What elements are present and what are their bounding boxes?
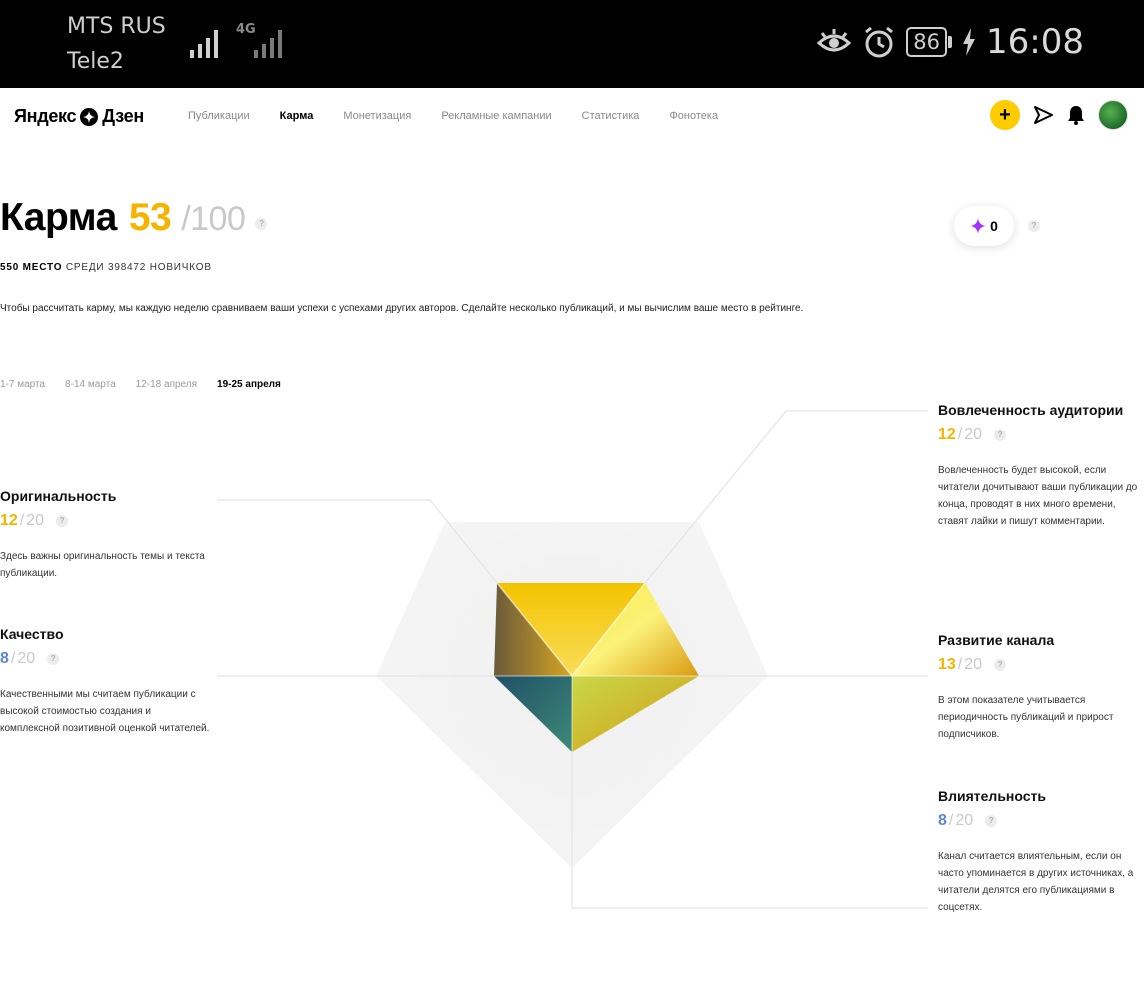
help-icon[interactable]: ? (994, 659, 1007, 671)
metric-description: Здесь важны оригинальность темы и текста… (0, 551, 205, 579)
rank-place: 550 МЕСТО (0, 262, 63, 273)
help-icon[interactable]: ? (985, 815, 998, 827)
karma-title: Карма (0, 196, 117, 239)
help-icon[interactable]: ? (47, 653, 60, 665)
help-icon[interactable]: ? (56, 515, 69, 527)
clock: 16:08 (986, 22, 1084, 62)
week-tab-3[interactable]: 12-18 апреля (136, 379, 197, 390)
rank-rest: СРЕДИ 398472 НОВИЧКОВ (65, 262, 212, 273)
metric-value: 13 (938, 656, 956, 673)
logo[interactable]: Яндекс Дзен (14, 106, 144, 127)
signal-icon-secondary (254, 30, 282, 58)
top-nav: Яндекс Дзен Публикации Карма Монетизация… (0, 88, 1144, 148)
metric-value: 12 (0, 512, 18, 529)
zen-logo-icon (80, 107, 99, 126)
logo-text-2: Дзен (102, 106, 144, 126)
metric-title: Оригинальность (0, 488, 117, 504)
metric-title: Развитие канала (938, 632, 1055, 648)
metric-max: 20 (17, 650, 36, 667)
coins-badge[interactable]: 0 (954, 206, 1014, 246)
nav-link-statistics[interactable]: Статистика (582, 110, 640, 122)
page-title: Карма 53 /100 ? (0, 196, 268, 240)
nav-link-ad-campaigns[interactable]: Рекламные кампании (441, 110, 551, 122)
week-tab-2[interactable]: 8-14 марта (65, 379, 116, 390)
nav-actions: + (990, 100, 1128, 130)
metric-max: 20 (955, 812, 974, 829)
metric-description: Качественными мы считаем публикации с вы… (0, 689, 210, 734)
nav-links: Публикации Карма Монетизация Рекламные к… (188, 110, 718, 122)
metric-quality: Качество 8/20 ? Качественными мы считаем… (0, 626, 210, 737)
metric-value: 8 (938, 812, 947, 829)
diamond-icon (970, 218, 987, 234)
eye-icon (817, 29, 852, 52)
network-type-label: 4G (236, 22, 256, 37)
metric-growth: Развитие канала 13/20 ? В этом показател… (938, 632, 1144, 743)
metric-description: В этом показателе учитывается периодично… (938, 695, 1114, 740)
week-tab-4[interactable]: 19-25 апреля (217, 379, 281, 390)
metric-max: 20 (26, 512, 45, 529)
send-icon[interactable] (1032, 104, 1054, 126)
carrier-primary: MTS RUS (67, 14, 166, 39)
metric-originality: Оригинальность 12/20 ? Здесь важны ориги… (0, 488, 210, 582)
metric-max: 20 (964, 656, 983, 673)
metric-description: Канал считается влиятельным, если он час… (938, 851, 1134, 913)
metric-value: 12 (938, 426, 956, 443)
metric-value-row: 12/20 ? (0, 512, 210, 530)
metric-influence: Влиятельность 8/20 ? Канал считается вли… (938, 788, 1144, 916)
karma-description: Чтобы рассчитать карму, мы каждую неделю… (0, 303, 804, 314)
nav-link-monetization[interactable]: Монетизация (343, 110, 411, 122)
week-tab-1[interactable]: 1-7 марта (0, 379, 45, 390)
coins-value: 0 (990, 218, 998, 234)
avatar[interactable] (1098, 100, 1128, 130)
metric-description: Вовлеченность будет высокой, если читате… (938, 465, 1138, 527)
charging-icon (963, 28, 976, 56)
carrier-secondary: Tele2 (67, 49, 124, 74)
help-icon[interactable]: ? (255, 218, 268, 230)
bell-icon[interactable] (1066, 104, 1086, 126)
nav-link-publications[interactable]: Публикации (188, 110, 250, 122)
metric-title: Качество (0, 626, 64, 642)
metric-value-row: 13/20 ? (938, 656, 1144, 674)
logo-text: Яндекс (14, 106, 77, 126)
battery-indicator: 86 (906, 27, 953, 57)
nav-link-karma[interactable]: Карма (280, 110, 314, 122)
rank-line: 550 МЕСТО СРЕДИ 398472 НОВИЧКОВ (0, 262, 212, 273)
metric-title: Влиятельность (938, 788, 1046, 804)
add-publication-button[interactable]: + (990, 100, 1020, 130)
metric-engagement: Вовлеченность аудитории 12/20 ? Вовлечен… (938, 402, 1144, 530)
metric-max: 20 (964, 426, 983, 443)
coins-help-icon[interactable]: ? (1028, 220, 1040, 232)
status-bar: MTS RUS Tele2 4G 86 16:08 (0, 0, 1144, 88)
metric-value-row: 8/20 ? (938, 812, 1144, 830)
metric-value-row: 12/20 ? (938, 426, 1144, 444)
week-selector: 1-7 марта 8-14 марта 12-18 апреля 19-25 … (0, 379, 281, 390)
metric-value-row: 8/20 ? (0, 650, 210, 668)
alarm-icon (865, 26, 894, 58)
metric-title: Вовлеченность аудитории (938, 402, 1124, 418)
battery-level: 86 (906, 27, 948, 57)
karma-score: 53 (128, 196, 172, 239)
nav-link-phonoteka[interactable]: Фонотека (669, 110, 718, 122)
signal-icon (190, 30, 218, 58)
status-right: 86 16:08 (816, 22, 1084, 62)
metric-value: 8 (0, 650, 9, 667)
help-icon[interactable]: ? (994, 429, 1007, 441)
karma-max: /100 (181, 200, 246, 238)
